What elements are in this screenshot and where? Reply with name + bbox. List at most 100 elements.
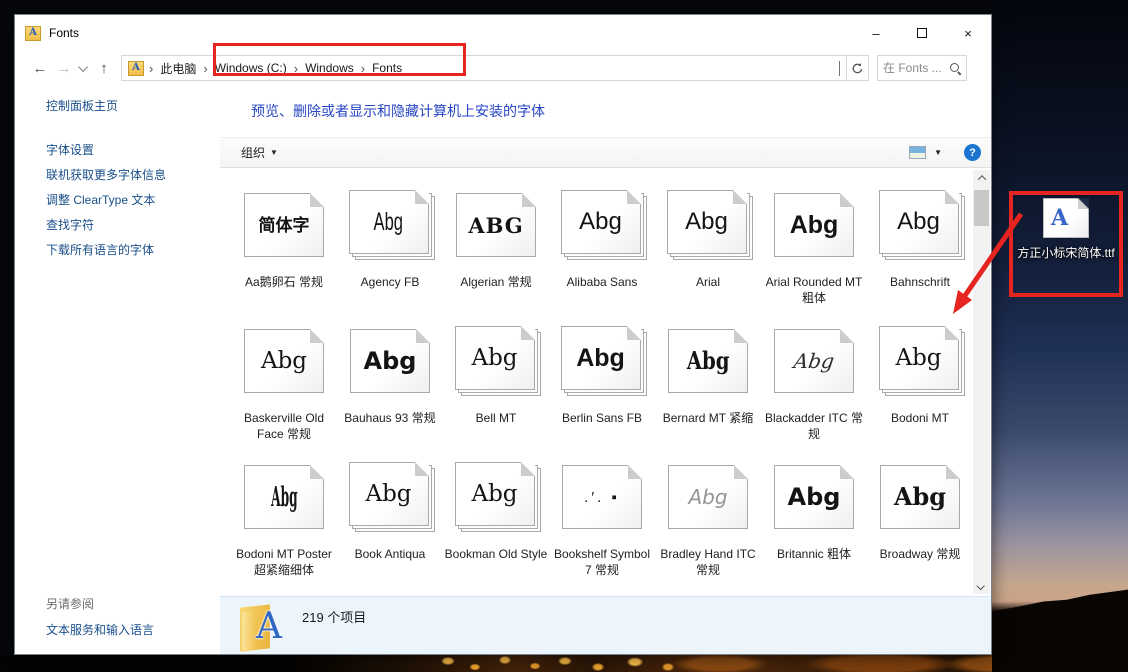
scrollbar-thumb[interactable] — [974, 190, 989, 226]
sidebar-item-control-panel-home[interactable]: 控制面板主页 — [46, 97, 118, 114]
font-label: Alibaba Sans — [567, 275, 638, 291]
address-bar[interactable]: A › 此电脑›Windows (C:)›Windows›Fonts — [121, 55, 847, 81]
font-file-icon: Abg — [867, 319, 972, 403]
search-input[interactable] — [883, 61, 949, 75]
desktop-font-file[interactable]: A 方正小标宋简体.ttf — [1014, 198, 1118, 261]
wallpaper-hill-silhouette — [992, 588, 1128, 672]
font-label: Britannic 粗体 — [777, 547, 851, 563]
view-dropdown-button[interactable]: ▼ — [934, 148, 942, 157]
sidebar-task-link[interactable]: 调整 ClearType 文本 — [46, 191, 155, 208]
sidebar-task-link[interactable]: 联机获取更多字体信息 — [46, 166, 166, 183]
maximize-button[interactable] — [899, 15, 945, 51]
font-label: Bookshelf Symbol 7 常规 — [551, 547, 654, 578]
font-page-icon: Abg — [561, 326, 641, 390]
font-sample: 简体字 — [259, 217, 310, 234]
font-tile[interactable]: ABGAlgerian 常规 — [443, 183, 549, 319]
font-label: Bodoni MT Poster 超紧缩细体 — [233, 547, 336, 578]
font-sample: Abg — [271, 484, 297, 511]
font-tile[interactable]: .′. ▪ Bookshelf Symbol 7 常规 — [549, 455, 655, 591]
forward-button[interactable]: → — [53, 56, 75, 80]
font-file-icon: .′. ▪ — [549, 455, 655, 539]
change-view-icon[interactable] — [909, 146, 926, 159]
font-file-icon: Abg — [655, 183, 761, 267]
scroll-up-button[interactable] — [973, 170, 990, 186]
see-also-heading: 另请参阅 — [46, 595, 94, 612]
recent-locations-button[interactable] — [77, 56, 91, 80]
sidebar-task-link[interactable]: 下载所有语言的字体 — [46, 241, 154, 258]
breadcrumb-item[interactable]: Fonts — [370, 61, 404, 75]
item-count: 219 个项目 — [302, 607, 366, 626]
font-page-icon: Abg — [349, 462, 429, 526]
up-button[interactable]: ↑ — [93, 56, 115, 80]
font-tile[interactable]: AbgBook Antiqua — [337, 455, 443, 591]
back-button[interactable]: ← — [29, 56, 51, 80]
font-label: Broadway 常规 — [880, 547, 961, 563]
font-sample: Abg — [788, 485, 841, 509]
breadcrumb-separator: › — [294, 61, 298, 76]
desktop-wallpaper-bottom — [0, 655, 992, 672]
font-sample: Abg — [790, 213, 839, 238]
font-tile[interactable]: Abg Bodoni MT — [867, 319, 972, 455]
font-sample: Abg — [895, 347, 941, 370]
font-file-icon: Abg — [655, 319, 761, 403]
refresh-button[interactable] — [847, 55, 869, 81]
font-tile[interactable]: AbgBookman Old Style — [443, 455, 549, 591]
font-tile[interactable]: Abg Britannic 粗体 — [761, 455, 867, 591]
fonts-window: A Fonts – × ← → ↑ A › 此电脑›Windows (C:)›W… — [14, 14, 992, 655]
breadcrumb-item[interactable]: Windows (C:) — [213, 61, 289, 75]
fonts-folder-icon: A — [128, 61, 144, 76]
vertical-scrollbar[interactable] — [973, 170, 990, 594]
font-tile[interactable]: Abg Baskerville Old Face 常规 — [231, 319, 337, 455]
breadcrumb-item[interactable]: 此电脑 — [158, 60, 198, 77]
sidebar-task-link[interactable]: 字体设置 — [46, 141, 94, 158]
sidebar-see-also-link[interactable]: 文本服务和输入语言 — [46, 621, 154, 638]
font-file-icon: Abg — [761, 319, 867, 403]
organize-button[interactable]: 组织 ▼ — [241, 144, 278, 161]
font-tile[interactable]: AbgArial Rounded MT 粗体 — [761, 183, 867, 319]
title-bar[interactable]: A Fonts – × — [15, 15, 991, 51]
window-title: Fonts — [49, 26, 79, 40]
font-file-icon: Abg — [549, 319, 655, 403]
sidebar: 控制面板主页 字体设置联机获取更多字体信息调整 ClearType 文本查找字符… — [15, 85, 220, 654]
desktop-wallpaper-right — [992, 0, 1128, 672]
font-tile[interactable]: AbgBernard MT 紧缩 — [655, 319, 761, 455]
font-tile[interactable]: AbgBlackadder ITC 常规 — [761, 319, 867, 455]
font-file-icon: Abg — [337, 455, 443, 539]
breadcrumb-item[interactable]: Windows — [303, 61, 356, 75]
font-tile[interactable]: AbgBell MT — [443, 319, 549, 455]
font-page-icon: Abg — [350, 329, 430, 393]
font-sample: Abg — [471, 483, 517, 506]
help-button[interactable]: ? — [964, 144, 981, 161]
font-page-icon: Abg — [774, 329, 854, 393]
font-sample: Abg — [374, 210, 403, 235]
font-label: Algerian 常规 — [460, 275, 531, 291]
font-tile[interactable]: AbgBahnschrift — [867, 183, 972, 319]
close-button[interactable]: × — [945, 15, 991, 51]
scroll-down-button[interactable] — [973, 578, 990, 594]
font-tile[interactable]: AbgArial — [655, 183, 761, 319]
font-tile[interactable]: 简体字Aa鹅卵石 常规 — [231, 183, 337, 319]
font-label: Bodoni MT — [891, 411, 949, 427]
font-tile[interactable]: Abg Alibaba Sans — [549, 183, 655, 319]
font-page-icon: Abg — [561, 190, 641, 254]
font-tile[interactable]: AbgBradley Hand ITC 常规 — [655, 455, 761, 591]
font-sample: Abg — [261, 350, 307, 373]
minimize-button[interactable]: – — [853, 15, 899, 51]
font-tile[interactable]: AbgBauhaus 93 常规 — [337, 319, 443, 455]
font-tile[interactable]: AbgAgency FB — [337, 183, 443, 319]
search-box[interactable] — [877, 55, 967, 81]
font-tile[interactable]: Abg Bodoni MT Poster 超紧缩细体 — [231, 455, 337, 591]
font-sample: .′. ▪ — [584, 490, 620, 505]
desktop-icon-label: 方正小标宋简体.ttf — [1014, 245, 1118, 261]
font-file-icon: 简体字 — [231, 183, 337, 267]
font-page-icon: Abg — [455, 462, 535, 526]
font-tile[interactable]: Abg Broadway 常规 — [867, 455, 972, 591]
sidebar-task-link[interactable]: 查找字符 — [46, 216, 94, 233]
font-sample: Abg — [579, 210, 622, 234]
font-label: Baskerville Old Face 常规 — [233, 411, 336, 442]
font-sample: Abg — [894, 485, 946, 509]
address-dropdown-button[interactable] — [839, 61, 840, 75]
chevron-up-icon — [977, 175, 985, 183]
font-tile[interactable]: AbgBerlin Sans FB — [549, 319, 655, 455]
font-file-icon: Abg — [443, 455, 549, 539]
